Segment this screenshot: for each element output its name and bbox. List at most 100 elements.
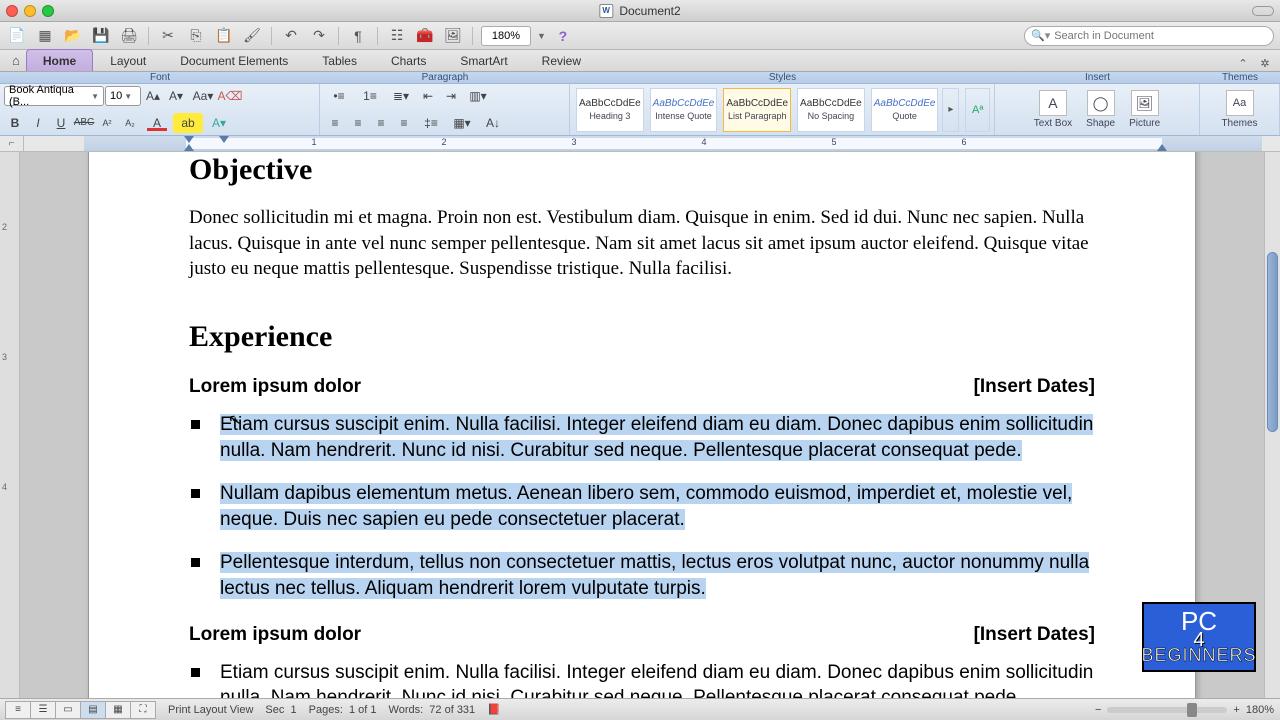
- style-list-paragraph[interactable]: AaBbCcDdEeList Paragraph: [723, 88, 791, 132]
- zoom-window-icon[interactable]: [42, 5, 54, 17]
- bold-button[interactable]: B: [4, 113, 26, 133]
- selected-text[interactable]: Pellentesque interdum, tellus non consec…: [220, 552, 1089, 599]
- ribbon-settings-icon[interactable]: ✲: [1256, 55, 1274, 71]
- close-window-icon[interactable]: [6, 5, 18, 17]
- copy-icon[interactable]: ⎘: [185, 25, 207, 47]
- sidebar-icon[interactable]: ☷: [386, 25, 408, 47]
- tab-document-elements[interactable]: Document Elements: [163, 49, 305, 71]
- strikethrough-button[interactable]: ABC: [73, 113, 95, 133]
- bullets-icon[interactable]: •≡: [324, 86, 354, 106]
- pilcrow-icon[interactable]: ¶: [347, 25, 369, 47]
- underline-button[interactable]: U: [50, 113, 72, 133]
- pages-indicator[interactable]: Pages: 1 of 1: [309, 704, 377, 716]
- decrease-indent-icon[interactable]: ⇤: [417, 86, 439, 106]
- styles-pane-icon[interactable]: Aª: [965, 88, 990, 132]
- paste-icon[interactable]: 📋: [213, 25, 235, 47]
- text-effects-icon[interactable]: A▾: [204, 113, 234, 133]
- styles-scroll-icon[interactable]: ▸: [942, 88, 959, 132]
- shrink-font-icon[interactable]: A▾: [165, 86, 187, 106]
- increase-indent-icon[interactable]: ⇥: [440, 86, 462, 106]
- superscript-icon[interactable]: A²: [96, 113, 118, 133]
- style-intense-quote[interactable]: AaBbCcDdEeIntense Quote: [650, 88, 718, 132]
- insert-textbox[interactable]: AText Box: [1028, 88, 1078, 131]
- outline-view-icon[interactable]: ☰: [30, 701, 56, 719]
- fullscreen-view-icon[interactable]: ⛶: [130, 701, 156, 719]
- document-page[interactable]: Objective Donec sollicitudin mi et magna…: [88, 152, 1196, 698]
- minimize-window-icon[interactable]: [24, 5, 36, 17]
- tab-layout[interactable]: Layout: [93, 49, 163, 71]
- highlight-button[interactable]: ab: [173, 113, 203, 133]
- selected-text[interactable]: Nullam dapibus elementum metus. Aenean l…: [220, 483, 1072, 530]
- bullet-item[interactable]: Pellentesque interdum, tellus non consec…: [189, 550, 1095, 601]
- print-layout-view-icon[interactable]: ▤: [80, 701, 106, 719]
- right-indent-marker[interactable]: [1157, 144, 1167, 151]
- redo-icon[interactable]: ↷: [308, 25, 330, 47]
- media-browser-icon[interactable]: 🖼: [442, 25, 464, 47]
- shading-icon[interactable]: ▦▾: [447, 113, 477, 133]
- draft-view-icon[interactable]: ≡: [5, 701, 31, 719]
- insert-shape[interactable]: ◯Shape: [1080, 88, 1121, 131]
- bullet-item[interactable]: Etiam cursus suscipit enim. Nulla facili…: [189, 412, 1095, 463]
- style-quote[interactable]: AaBbCcDdEeQuote: [871, 88, 939, 132]
- font-name-combo[interactable]: Book Antiqua (B...▼: [4, 86, 104, 106]
- toolbox-icon[interactable]: 🧰: [414, 25, 436, 47]
- zoom-combo[interactable]: 180%: [481, 26, 531, 46]
- tab-selector-icon[interactable]: ⌐: [0, 136, 24, 151]
- insert-picture[interactable]: 🖼Picture: [1123, 88, 1166, 131]
- words-indicator[interactable]: Words: 72 of 331: [389, 704, 476, 716]
- notebook-view-icon[interactable]: ▦: [105, 701, 131, 719]
- new-doc-icon[interactable]: 📄: [6, 25, 28, 47]
- zoom-dropdown-icon[interactable]: ▼: [537, 31, 546, 41]
- help-icon[interactable]: ?: [552, 25, 574, 47]
- style-heading3[interactable]: AaBbCcDdEeHeading 3: [576, 88, 644, 132]
- home-icon[interactable]: ⌂: [6, 50, 26, 71]
- spellcheck-icon[interactable]: 📕: [487, 703, 501, 716]
- left-indent-marker[interactable]: [219, 136, 229, 143]
- new-from-template-icon[interactable]: ▦: [34, 25, 56, 47]
- align-right-icon[interactable]: ≡: [370, 113, 392, 133]
- job2-header[interactable]: Lorem ipsum dolor [Insert Dates]: [189, 624, 1095, 646]
- justify-icon[interactable]: ≡: [393, 113, 415, 133]
- zoom-in-icon[interactable]: +: [1233, 704, 1239, 716]
- font-size-combo[interactable]: 10▼: [105, 86, 141, 106]
- collapse-ribbon-icon[interactable]: ⌃: [1234, 55, 1252, 71]
- style-no-spacing[interactable]: AaBbCcDdEeNo Spacing: [797, 88, 865, 132]
- format-painter-icon[interactable]: 🖌: [241, 25, 263, 47]
- vertical-scrollbar[interactable]: [1264, 152, 1280, 698]
- bullet-item[interactable]: Nullam dapibus elementum metus. Aenean l…: [189, 481, 1095, 532]
- zoom-slider[interactable]: [1107, 707, 1227, 713]
- hanging-indent-marker[interactable]: [184, 144, 194, 151]
- themes-button[interactable]: AaThemes: [1215, 88, 1263, 131]
- clear-format-icon[interactable]: A⌫: [219, 86, 241, 106]
- heading-experience[interactable]: Experience: [189, 320, 1095, 354]
- publishing-view-icon[interactable]: ▭: [55, 701, 81, 719]
- save-icon[interactable]: 💾: [90, 25, 112, 47]
- multilevel-icon[interactable]: ≣▾: [386, 86, 416, 106]
- scrollbar-thumb[interactable]: [1267, 252, 1278, 432]
- tab-charts[interactable]: Charts: [374, 49, 443, 71]
- section-indicator[interactable]: Sec 1: [265, 704, 296, 716]
- zoom-slider-thumb[interactable]: [1187, 703, 1197, 717]
- vertical-ruler[interactable]: 2 3 4: [0, 152, 20, 698]
- change-case-icon[interactable]: Aa▾: [188, 86, 218, 106]
- numbering-icon[interactable]: 1≡: [355, 86, 385, 106]
- italic-button[interactable]: I: [27, 113, 49, 133]
- tab-home[interactable]: Home: [26, 49, 93, 71]
- zoom-out-icon[interactable]: −: [1095, 704, 1101, 716]
- horizontal-ruler[interactable]: ⌐ 1 2 3 4 5 6: [0, 136, 1280, 152]
- cut-icon[interactable]: ✂: [157, 25, 179, 47]
- undo-icon[interactable]: ↶: [280, 25, 302, 47]
- grow-font-icon[interactable]: A▴: [142, 86, 164, 106]
- font-color-button[interactable]: A: [142, 113, 172, 133]
- search-box[interactable]: 🔍▾: [1024, 26, 1274, 46]
- align-left-icon[interactable]: ≡: [324, 113, 346, 133]
- columns-icon[interactable]: ▥▾: [463, 86, 493, 106]
- toolbar-pill-icon[interactable]: [1252, 6, 1274, 16]
- objective-paragraph[interactable]: Donec sollicitudin mi et magna. Proin no…: [189, 205, 1095, 282]
- sort-icon[interactable]: A↓: [478, 113, 508, 133]
- tab-smartart[interactable]: SmartArt: [443, 49, 524, 71]
- print-icon[interactable]: 🖨: [118, 25, 140, 47]
- first-line-indent-marker[interactable]: [184, 136, 194, 143]
- selected-text[interactable]: Etiam cursus suscipit enim. Nulla facili…: [220, 414, 1093, 461]
- tab-tables[interactable]: Tables: [305, 49, 374, 71]
